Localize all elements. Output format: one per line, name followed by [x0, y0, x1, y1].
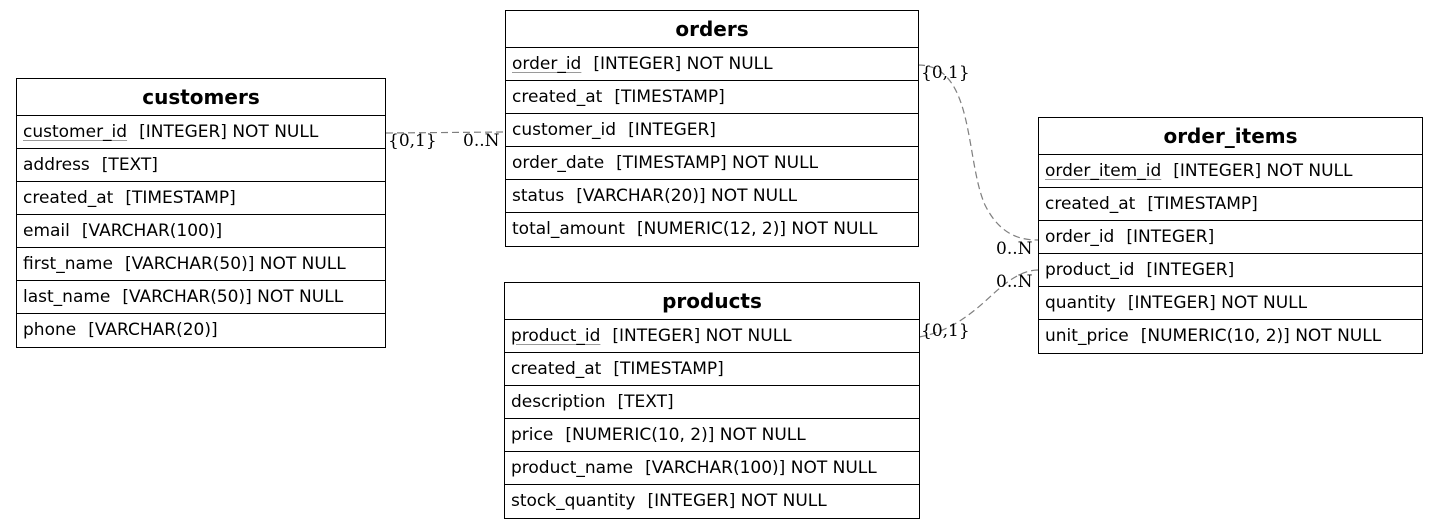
column-type: [TEXT] [617, 392, 674, 412]
column-type: [NUMERIC(12, 2)] NOT NULL [636, 219, 878, 239]
column-row: order_id [INTEGER] NOT NULL [506, 48, 918, 81]
customers-table[interactable]: customers customer_id [INTEGER] NOT NULL … [16, 78, 386, 348]
column-name: unit_price [1045, 326, 1129, 346]
column-type: [TEXT] [101, 155, 158, 175]
column-name: order_id [512, 54, 582, 74]
column-type: [TIMESTAMP] [614, 87, 725, 107]
column-row: created_at [TIMESTAMP] [506, 81, 918, 114]
column-type: [TIMESTAMP] [125, 188, 236, 208]
column-name: total_amount [512, 219, 625, 239]
products-order-items-one-label: {0,1} [921, 321, 970, 341]
order-items-table-title: order_items [1039, 118, 1422, 155]
products-order-items-many-label: 0..N [996, 272, 1033, 292]
column-name: status [512, 186, 565, 206]
column-row: created_at [TIMESTAMP] [17, 182, 385, 215]
column-row: first_name [VARCHAR(50)] NOT NULL [17, 248, 385, 281]
column-type: [VARCHAR(50)] NOT NULL [124, 254, 346, 274]
column-type: [TIMESTAMP] [1147, 194, 1258, 214]
column-type: [INTEGER] NOT NULL [139, 122, 319, 142]
order-items-table[interactable]: order_items order_item_id [INTEGER] NOT N… [1038, 117, 1423, 354]
column-row: customer_id [INTEGER] NOT NULL [17, 116, 385, 149]
column-row: phone [VARCHAR(20)] [17, 314, 385, 347]
column-row: last_name [VARCHAR(50)] NOT NULL [17, 281, 385, 314]
column-type: [INTEGER] NOT NULL [647, 491, 827, 511]
column-type: [INTEGER] NOT NULL [612, 326, 792, 346]
column-name: order_id [1045, 227, 1115, 247]
column-name: created_at [1045, 194, 1136, 214]
column-row: total_amount [NUMERIC(12, 2)] NOT NULL [506, 213, 918, 246]
column-name: order_date [512, 153, 605, 173]
column-name: product_id [511, 326, 601, 346]
column-name: description [511, 392, 606, 412]
column-row: order_id [INTEGER] [1039, 221, 1422, 254]
column-row: description [TEXT] [505, 386, 919, 419]
column-name: stock_quantity [511, 491, 636, 511]
column-type: [INTEGER] [628, 120, 716, 140]
column-name: price [511, 425, 554, 445]
column-type: [TIMESTAMP] [613, 359, 724, 379]
column-name: created_at [23, 188, 114, 208]
column-type: [INTEGER] NOT NULL [1127, 293, 1308, 313]
orders-order-items-link [917, 64, 1039, 241]
column-type: [INTEGER] NOT NULL [593, 54, 773, 74]
customers-table-title: customers [17, 79, 385, 116]
column-name: product_id [1045, 260, 1135, 280]
column-row: quantity [INTEGER] NOT NULL [1039, 287, 1422, 320]
column-row: email [VARCHAR(100)] [17, 215, 385, 248]
column-type: [VARCHAR(50)] NOT NULL [122, 287, 344, 307]
column-name: customer_id [512, 120, 617, 140]
products-table[interactable]: products product_id [INTEGER] NOT NULL cr… [504, 282, 920, 519]
column-name: address [23, 155, 90, 175]
column-row: product_id [INTEGER] NOT NULL [505, 320, 919, 353]
column-type: [INTEGER] [1126, 227, 1215, 247]
products-table-title: products [505, 283, 919, 320]
orders-table[interactable]: orders order_id [INTEGER] NOT NULL create… [505, 10, 919, 247]
column-type: [NUMERIC(10, 2)] NOT NULL [1140, 326, 1382, 346]
column-row: price [NUMERIC(10, 2)] NOT NULL [505, 419, 919, 452]
column-type: [VARCHAR(100)] [81, 221, 223, 241]
column-row: created_at [TIMESTAMP] [505, 353, 919, 386]
column-type: [VARCHAR(100)] NOT NULL [645, 458, 877, 478]
orders-table-title: orders [506, 11, 918, 48]
column-row: product_id [INTEGER] [1039, 254, 1422, 287]
column-row: created_at [TIMESTAMP] [1039, 188, 1422, 221]
column-name: quantity [1045, 293, 1116, 313]
column-name: email [23, 221, 70, 241]
column-name: created_at [511, 359, 602, 379]
column-row: unit_price [NUMERIC(10, 2)] NOT NULL [1039, 320, 1422, 353]
orders-order-items-many-label: 0..N [996, 239, 1033, 259]
column-name: customer_id [23, 122, 128, 142]
column-row: order_item_id [INTEGER] NOT NULL [1039, 155, 1422, 188]
customers-orders-one-label: {0,1} [388, 131, 437, 151]
column-name: last_name [23, 287, 111, 307]
column-row: product_name [VARCHAR(100)] NOT NULL [505, 452, 919, 485]
column-name: product_name [511, 458, 634, 478]
column-row: stock_quantity [INTEGER] NOT NULL [505, 485, 919, 518]
column-type: [INTEGER] NOT NULL [1173, 161, 1353, 181]
column-type: [VARCHAR(20)] NOT NULL [576, 186, 798, 206]
column-name: order_item_id [1045, 161, 1162, 181]
column-row: customer_id [INTEGER] [506, 114, 918, 147]
column-type: [VARCHAR(20)] [88, 320, 218, 340]
column-type: [NUMERIC(10, 2)] NOT NULL [565, 425, 806, 445]
column-row: status [VARCHAR(20)] NOT NULL [506, 180, 918, 213]
column-row: order_date [TIMESTAMP] NOT NULL [506, 147, 918, 180]
column-type: [TIMESTAMP] NOT NULL [616, 153, 819, 173]
column-type: [INTEGER] [1146, 260, 1235, 280]
column-name: first_name [23, 254, 113, 274]
column-name: created_at [512, 87, 603, 107]
customers-orders-many-label: 0..N [463, 131, 500, 151]
column-name: phone [23, 320, 77, 340]
orders-order-items-one-label: {0,1} [921, 63, 970, 83]
column-row: address [TEXT] [17, 149, 385, 182]
